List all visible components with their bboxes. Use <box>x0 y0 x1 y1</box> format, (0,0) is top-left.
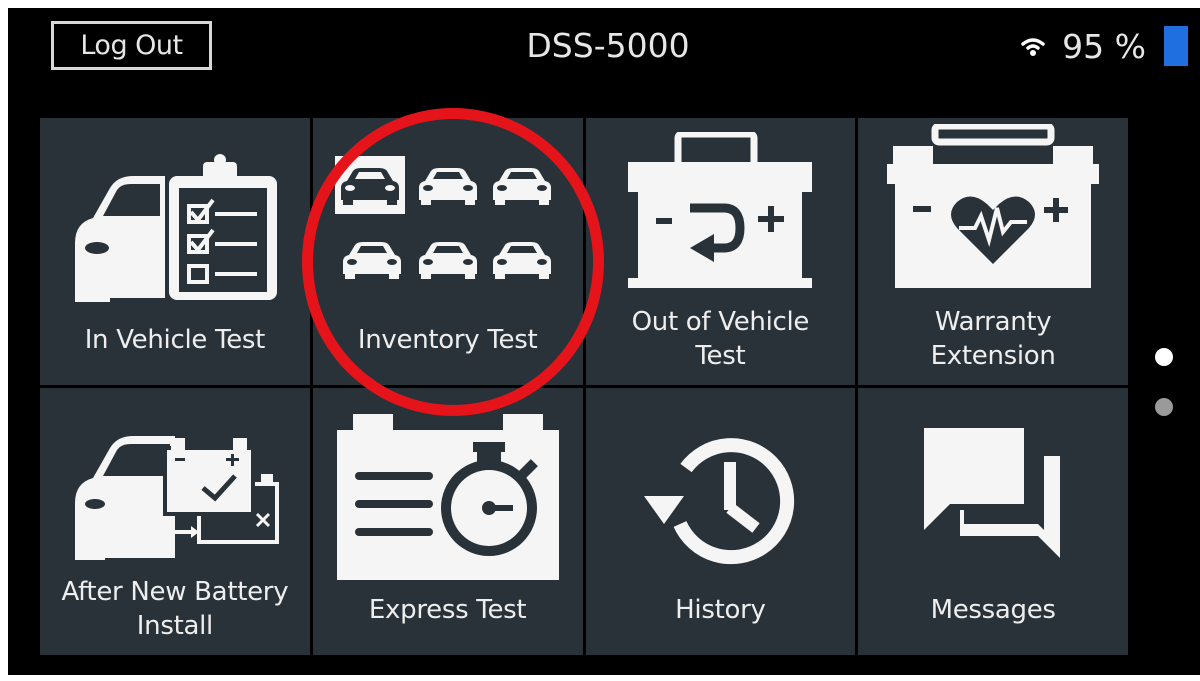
tile-in-vehicle-test[interactable]: In Vehicle Test <box>40 118 310 385</box>
tile-out-of-vehicle-test[interactable]: Out of Vehicle Test <box>585 118 856 385</box>
tile-label: History <box>675 595 766 625</box>
messages-icon <box>924 428 1061 558</box>
tile-warranty-extension[interactable]: Warranty Extension <box>858 118 1128 385</box>
tile-label: In Vehicle Test <box>84 325 266 355</box>
status-bar: 95 % <box>1020 24 1188 68</box>
in-vehicle-test-icon <box>74 154 280 302</box>
wifi-icon <box>1021 38 1045 56</box>
tile-label: Inventory Test <box>357 325 538 355</box>
page-indicator <box>1155 348 1179 448</box>
tile-label: Express Test <box>368 595 527 625</box>
main-menu-grid: In Vehicle Test Inventory Test Out of Ve… <box>40 118 1128 655</box>
tile-label: After New Battery Install <box>61 577 289 641</box>
page-dot-active[interactable] <box>1155 348 1173 366</box>
after-new-battery-install-icon <box>74 436 279 560</box>
express-test-icon <box>336 414 559 580</box>
tile-history[interactable]: History <box>585 388 856 655</box>
tile-express-test[interactable]: Express Test <box>312 388 583 655</box>
warranty-extension-icon <box>887 124 1100 288</box>
inventory-test-icon <box>334 156 551 279</box>
logout-button[interactable]: Log Out <box>51 21 212 70</box>
page-dot-inactive[interactable] <box>1155 398 1173 416</box>
device-title: DSS-5000 <box>526 26 690 65</box>
tile-inventory-test[interactable]: Inventory Test <box>312 118 583 385</box>
tile-label: Out of Vehicle Test <box>631 307 810 371</box>
history-icon <box>644 438 795 565</box>
out-of-vehicle-test-icon <box>628 132 813 288</box>
battery-percent: 95 % <box>1062 26 1146 66</box>
tile-label: Messages <box>930 595 1056 625</box>
battery-icon <box>1164 26 1188 66</box>
device-screen: Log Out DSS-5000 95 % In Vehicle Test In… <box>8 8 1200 675</box>
tile-messages[interactable]: Messages <box>858 388 1128 655</box>
tile-after-new-battery-install[interactable]: After New Battery Install <box>40 388 310 655</box>
tile-label: Warranty Extension <box>930 307 1056 371</box>
